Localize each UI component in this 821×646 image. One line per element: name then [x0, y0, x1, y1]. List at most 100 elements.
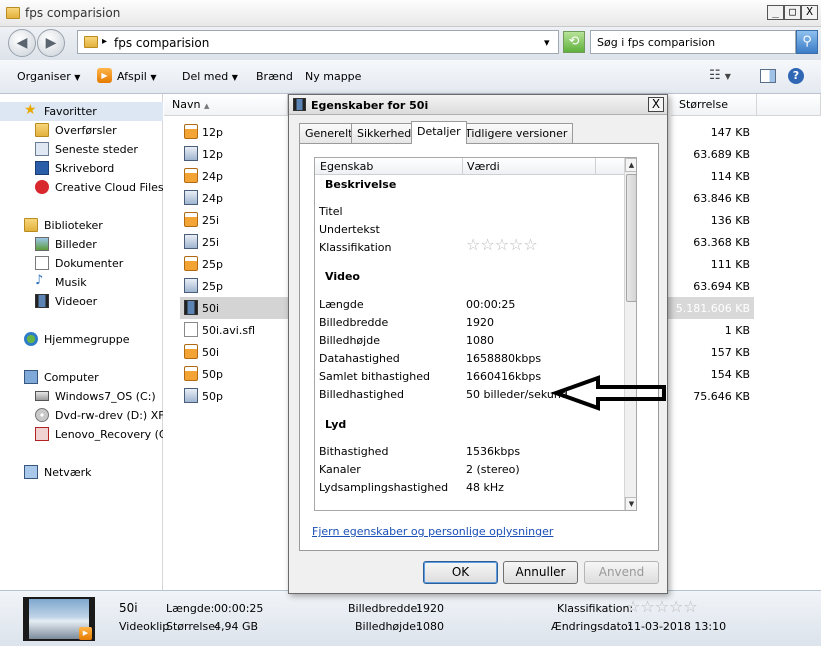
- video-file-icon: [293, 98, 306, 111]
- file-size: 114 KB: [710, 170, 750, 183]
- nav-item-documents[interactable]: Dokumenter: [0, 254, 163, 273]
- search-input[interactable]: Søg i fps comparision: [590, 30, 796, 54]
- rating-stars[interactable]: ☆☆☆☆☆: [626, 597, 698, 616]
- play-label: Afspil: [117, 70, 147, 83]
- tab-previous-versions[interactable]: Tidligere versioner: [459, 123, 574, 143]
- search-icon[interactable]: ⚲: [796, 30, 818, 54]
- nav-item-libraries[interactable]: Biblioteker: [0, 216, 163, 235]
- share-label: Del med: [182, 70, 229, 83]
- file-row[interactable]: 50i: [180, 341, 290, 363]
- nav-item-favorites[interactable]: ★ Favoritter: [0, 102, 163, 121]
- file-name: 50i: [202, 346, 220, 359]
- file-size: 63.694 KB: [693, 280, 750, 293]
- column-divider[interactable]: [595, 158, 596, 175]
- share-button[interactable]: Del med ▼: [182, 70, 238, 83]
- dialog-close-button[interactable]: X: [648, 97, 664, 112]
- recent-places-icon: [35, 142, 49, 156]
- nav-item-computer[interactable]: Computer: [0, 368, 163, 387]
- nav-label: Lenovo_Recovery (Q:: [55, 428, 163, 441]
- scroll-thumb[interactable]: [626, 174, 636, 302]
- tab-security[interactable]: Sikkerhed: [351, 123, 418, 143]
- remove-properties-link[interactable]: Fjern egenskaber og personlige oplysning…: [312, 525, 553, 538]
- ok-button[interactable]: OK: [423, 561, 498, 584]
- minimize-button[interactable]: _: [767, 5, 784, 20]
- file-row[interactable]: 24p: [180, 165, 290, 187]
- file-name: 50i: [202, 302, 220, 315]
- nav-item-recent[interactable]: Seneste steder: [0, 140, 163, 159]
- file-row[interactable]: 50p: [180, 385, 290, 407]
- nav-label: Skrivebord: [55, 162, 115, 175]
- video-file-icon: [184, 278, 198, 293]
- breadcrumb-separator: ▸: [102, 36, 108, 47]
- vlc-file-icon: [184, 212, 198, 227]
- property-value: 1536kbps: [466, 445, 521, 458]
- new-folder-button[interactable]: Ny mappe: [305, 70, 361, 83]
- maximize-button[interactable]: □: [784, 5, 801, 20]
- section-video: Video: [325, 270, 360, 283]
- help-icon[interactable]: ?: [788, 68, 804, 84]
- nav-item-network[interactable]: Netværk: [0, 463, 163, 482]
- address-dropdown-icon[interactable]: ▾: [544, 36, 550, 49]
- column-header-name[interactable]: Navn ▲: [164, 94, 288, 116]
- file-size: 136 KB: [710, 214, 750, 227]
- nav-item-music[interactable]: ♪ Musik: [0, 273, 163, 292]
- downloads-folder-icon: [35, 123, 49, 137]
- file-row[interactable]: 12p: [180, 121, 290, 143]
- column-header-size[interactable]: Størrelse: [671, 94, 757, 116]
- column-divider[interactable]: [462, 158, 463, 175]
- apply-button[interactable]: Anvend: [584, 561, 659, 584]
- scroll-up-icon[interactable]: ▲: [625, 158, 636, 172]
- file-row[interactable]: 50i.avi.sfl: [180, 319, 290, 341]
- vertical-scrollbar[interactable]: ▲ ▼: [624, 158, 636, 510]
- libraries-icon: [24, 218, 38, 232]
- tab-general[interactable]: Generelt: [299, 123, 359, 143]
- folder-icon: [84, 36, 98, 48]
- breadcrumb[interactable]: fps comparision: [114, 36, 209, 50]
- play-button[interactable]: Afspil ▼: [117, 70, 157, 83]
- nav-item-drive-d[interactable]: Dvd-rw-drev (D:) XFIL: [0, 406, 163, 425]
- file-row[interactable]: 24p: [180, 187, 290, 209]
- video-file-icon: [184, 234, 198, 249]
- back-button[interactable]: ◀: [8, 29, 36, 57]
- file-row[interactable]: 12p: [180, 143, 290, 165]
- section-description: Beskrivelse: [325, 178, 397, 191]
- preview-pane-icon[interactable]: [760, 69, 776, 83]
- file-row[interactable]: 25i: [180, 231, 290, 253]
- property-key: Samlet bithastighed: [319, 370, 430, 383]
- tab-details[interactable]: Detaljer: [411, 121, 467, 144]
- burn-button[interactable]: Brænd: [256, 70, 293, 83]
- column-label: Navn: [172, 98, 201, 111]
- desktop-icon: [35, 161, 49, 175]
- nav-item-creative-cloud[interactable]: Creative Cloud Files: [0, 178, 163, 197]
- address-row: ◀ ▶ ▸ fps comparision ▾ ⟲ Søg i fps comp…: [0, 27, 821, 60]
- vlc-file-icon: [184, 344, 198, 359]
- file-size: 147 KB: [710, 126, 750, 139]
- file-row[interactable]: 25p: [180, 275, 290, 297]
- column-header-property[interactable]: Egenskab: [320, 160, 373, 173]
- nav-item-pictures[interactable]: Billeder: [0, 235, 163, 254]
- file-row[interactable]: 25i: [180, 209, 290, 231]
- close-button[interactable]: X: [801, 5, 818, 20]
- view-icon[interactable]: ☷ ▼: [709, 68, 731, 83]
- forward-button[interactable]: ▶: [37, 29, 65, 57]
- file-row[interactable]: 25p: [180, 253, 290, 275]
- document-file-icon: [184, 322, 198, 337]
- nav-label: Musik: [55, 276, 87, 289]
- file-row[interactable]: 50p: [180, 363, 290, 385]
- file-row[interactable]: 50i: [180, 297, 290, 319]
- nav-item-downloads[interactable]: Overførsler: [0, 121, 163, 140]
- address-bar[interactable]: ▸ fps comparision ▾: [77, 30, 559, 54]
- scroll-down-icon[interactable]: ▼: [625, 497, 636, 510]
- cancel-button[interactable]: Annuller: [503, 561, 578, 584]
- nav-item-desktop[interactable]: Skrivebord: [0, 159, 163, 178]
- nav-item-drive-q[interactable]: Lenovo_Recovery (Q:: [0, 425, 163, 444]
- nav-item-videos[interactable]: Videoer: [0, 292, 163, 311]
- play-badge-icon: ▶: [79, 627, 92, 640]
- refresh-button[interactable]: ⟲: [563, 31, 585, 53]
- rating-stars[interactable]: ☆☆☆☆☆: [466, 235, 538, 254]
- column-header-value[interactable]: Værdi: [467, 160, 500, 173]
- nav-item-homegroup[interactable]: Hjemmegruppe: [0, 330, 163, 349]
- nav-item-drive-c[interactable]: Windows7_OS (C:): [0, 387, 163, 406]
- organize-button[interactable]: Organiser ▼: [17, 70, 80, 83]
- pictures-icon: [35, 237, 49, 251]
